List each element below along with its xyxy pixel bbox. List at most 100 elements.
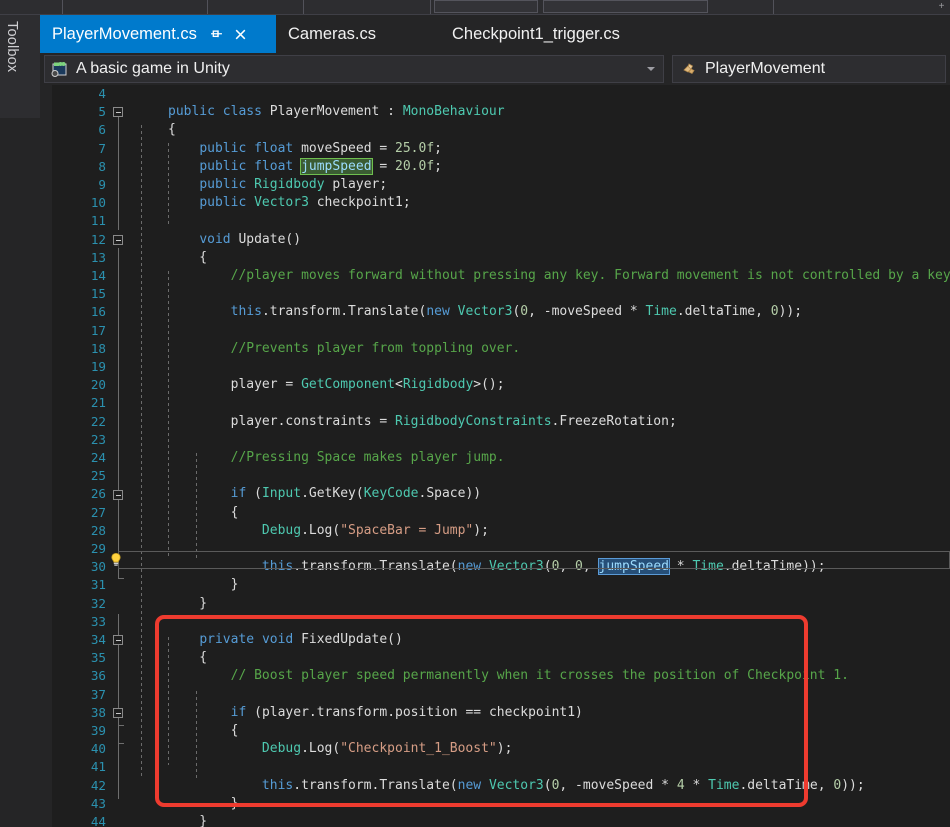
code-line[interactable]: 27 { [40,504,950,522]
collapse-toggle-icon[interactable] [113,107,123,117]
line-number: 39 [54,722,106,740]
tab-label: Checkpoint1_trigger.cs [452,15,620,53]
code-line[interactable]: 28 Debug.Log("SpaceBar = Jump"); [40,522,950,540]
code-line[interactable]: 43 } [40,795,950,813]
line-number: 19 [54,358,106,376]
code-line[interactable]: 11 [40,212,950,230]
code-line[interactable]: 5 public class PlayerMovement : MonoBehav… [40,103,950,121]
code-line[interactable]: 15 [40,285,950,303]
pin-icon[interactable] [209,27,224,42]
toolbox-tab[interactable]: Toolbox [0,15,40,118]
code-line[interactable]: 39 { [40,722,950,740]
code-line-text: { [168,121,176,139]
code-line[interactable]: 35 { [40,649,950,667]
project-selector[interactable]: A basic game in Unity [44,55,664,83]
code-line-text: } [168,813,207,827]
code-line[interactable]: 12 void Update() [40,231,950,249]
toolbar-combobox[interactable] [434,0,538,13]
code-line[interactable]: 22 player.constraints = RigidbodyConstra… [40,413,950,431]
line-number: 18 [54,340,106,358]
tab-cameras-cs[interactable]: Cameras.cs [276,15,411,53]
line-number: 24 [54,449,106,467]
line-number: 12 [54,231,106,249]
line-number: 7 [54,140,106,158]
code-line-text: this.transform.Translate(new Vector3(0, … [168,303,802,321]
code-line[interactable]: 7 public float moveSpeed = 25.0f; [40,140,950,158]
code-line[interactable]: 23 [40,431,950,449]
code-line[interactable]: 36 // Boost player speed permanently whe… [40,667,950,685]
line-number: 27 [54,504,106,522]
code-line[interactable]: 19 [40,358,950,376]
code-line-text: //player moves forward without pressing … [168,267,950,285]
line-number: 40 [54,740,106,758]
code-line[interactable]: 24 //Pressing Space makes player jump. [40,449,950,467]
line-number: 17 [54,322,106,340]
collapse-toggle-icon[interactable] [113,490,123,500]
member-label: PlayerMovement [705,60,825,78]
code-line[interactable]: 32 } [40,595,950,613]
tab-checkpoint1-trigger-cs[interactable]: Checkpoint1_trigger.cs [440,15,660,53]
code-line[interactable]: 38 if (player.transform.position == chec… [40,704,950,722]
code-line[interactable]: 8 public float jumpSpeed = 20.0f; [40,158,950,176]
code-line[interactable]: 4 [40,85,950,103]
code-line[interactable]: 9 public Rigidbody player; [40,176,950,194]
chevron-down-icon[interactable] [647,67,655,71]
close-icon[interactable] [233,27,248,42]
code-line[interactable]: 41 [40,758,950,776]
code-line-text: Debug.Log("SpaceBar = Jump"); [168,522,489,540]
line-number: 26 [54,485,106,503]
toolbar-combobox[interactable] [543,0,708,13]
code-line[interactable]: 31 } [40,576,950,594]
tab-label: Cameras.cs [288,15,376,53]
code-line[interactable]: 13 { [40,249,950,267]
line-number: 5 [54,103,106,121]
line-number: 23 [54,431,106,449]
line-number: 6 [54,121,106,139]
code-line[interactable]: 16 this.transform.Translate(new Vector3(… [40,303,950,321]
code-editor-surface[interactable]: 45 public class PlayerMovement : MonoBeha… [40,85,950,827]
line-number: 32 [54,595,106,613]
member-selector[interactable]: PlayerMovement [672,55,946,83]
line-number: 21 [54,394,106,412]
line-number: 15 [54,285,106,303]
code-line[interactable]: 14 //player moves forward without pressi… [40,267,950,285]
code-line-text: public class PlayerMovement : MonoBehavi… [168,103,505,121]
code-line[interactable]: 33 [40,613,950,631]
line-number: 34 [54,631,106,649]
line-number: 10 [54,194,106,212]
code-line[interactable]: 34 private void FixedUpdate() [40,631,950,649]
code-line[interactable]: 17 [40,322,950,340]
document-tab-bar: PlayerMovement.cs [40,15,950,53]
code-line-text: void Update() [168,231,301,249]
line-number: 35 [54,649,106,667]
toolbar-overflow-icon[interactable]: + [937,2,946,11]
toolbar-separator [62,0,63,14]
code-line-text: //Pressing Space makes player jump. [168,449,505,467]
code-line[interactable]: 26 if (Input.GetKey(KeyCode.Space)) [40,485,950,503]
tab-playermovement-cs[interactable]: PlayerMovement.cs [40,15,276,53]
code-line[interactable]: 44 } [40,813,950,827]
code-line[interactable]: 40 Debug.Log("Checkpoint_1_Boost"); [40,740,950,758]
line-number: 36 [54,667,106,685]
line-number: 41 [54,758,106,776]
collapse-toggle-icon[interactable] [113,635,123,645]
collapse-toggle-icon[interactable] [113,235,123,245]
line-number: 16 [54,303,106,321]
line-number: 33 [54,613,106,631]
code-line-text: public float jumpSpeed = 20.0f; [168,158,442,176]
code-line-text: } [168,576,238,594]
code-line-text: //Prevents player from toppling over. [168,340,520,358]
code-line[interactable]: 37 [40,686,950,704]
code-line[interactable]: 18 //Prevents player from toppling over. [40,340,950,358]
code-line[interactable]: 42 this.transform.Translate(new Vector3(… [40,777,950,795]
left-dock-rail: Toolbox [0,15,40,827]
code-line[interactable]: 6{ [40,121,950,139]
code-line[interactable]: 20 player = GetComponent<Rigidbody>(); [40,376,950,394]
toolbar-separator [430,0,431,14]
collapse-toggle-icon[interactable] [113,708,123,718]
lightbulb-icon[interactable] [108,552,124,568]
code-line[interactable]: 21 [40,394,950,412]
code-line[interactable]: 10 public Vector3 checkpoint1; [40,194,950,212]
code-line-text: if (player.transform.position == checkpo… [168,704,583,722]
code-line[interactable]: 25 [40,467,950,485]
